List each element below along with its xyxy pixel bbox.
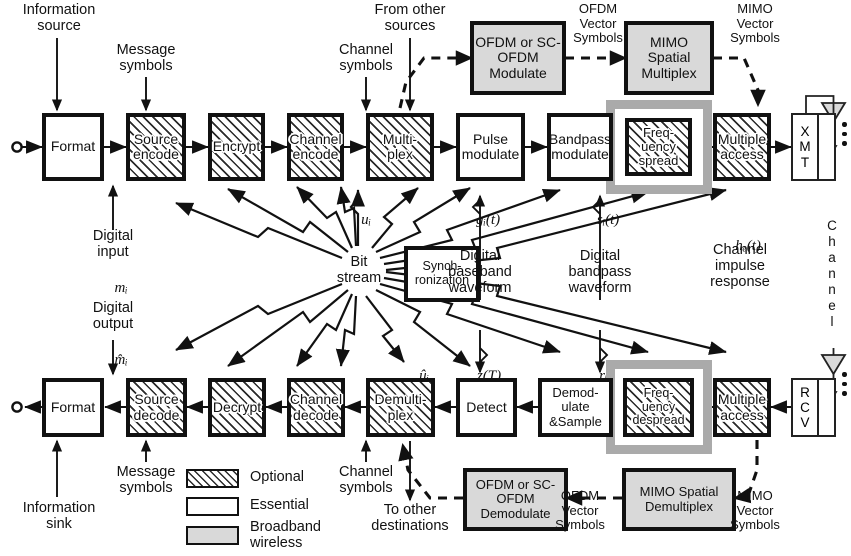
block-encrypt[interactable]: Encrypt [208, 113, 265, 181]
label-information-source: Information source [22, 2, 96, 35]
block-diagram-canvas: Information source Message symbols Chann… [0, 0, 851, 556]
block-pulse-modulate[interactable]: Pulse modulate [456, 113, 525, 181]
radio-letter: V [800, 415, 810, 431]
label-u-i: uᵢ [330, 196, 386, 245]
block-multiplex[interactable]: Multi- plex [366, 113, 434, 181]
block-demodulate-sample[interactable]: Demod- ulate &Sample [538, 378, 613, 437]
block-label: Demulti- plex [374, 391, 427, 423]
block-mimo-spatial-multiplex[interactable]: MIMO Spatial Multiplex [624, 21, 714, 95]
block-label: Freq- uency spread [638, 124, 679, 169]
block-label: Multi- plex [382, 130, 418, 162]
block-detect[interactable]: Detect [456, 378, 517, 437]
label-information-sink: Information sink [22, 500, 96, 533]
legend-swatch-essential [186, 497, 239, 516]
block-label: Bandpass modulate [548, 130, 612, 162]
block-label: Channel decode [289, 391, 343, 423]
block-label: Pulse modulate [461, 130, 520, 162]
math-g-i-t: gᵢ(t) [476, 212, 501, 229]
block-source-encode[interactable]: Source encode [126, 113, 186, 181]
radio-divider [817, 380, 819, 435]
radio-xmt[interactable]: X M T [791, 113, 836, 181]
block-format-tx[interactable]: Format [42, 113, 104, 181]
block-label: Source decode [133, 391, 180, 423]
label-to-other-destinations: To other destinations [371, 502, 449, 535]
radio-letter: T [800, 154, 810, 170]
block-frequency-spread[interactable]: Freq- uency spread [625, 118, 692, 176]
block-label: OFDM or SC-OFDM Demodulate [475, 477, 556, 521]
legend-label-optional: Optional [250, 469, 305, 485]
block-source-decode[interactable]: Source decode [126, 378, 187, 437]
block-label: OFDM or SC-OFDM Modulate [475, 33, 561, 81]
label-digital-input: Digital input [92, 228, 134, 261]
label-from-other-sources: From other sources [374, 2, 446, 35]
block-label: Format [50, 398, 96, 415]
radio-rcv[interactable]: R C V [791, 378, 836, 437]
label-digital-output: Digital output [92, 300, 134, 333]
block-label: Encrypt [212, 138, 261, 155]
block-label: MIMO Spatial Demultiplex [639, 484, 719, 514]
legend-swatch-optional [186, 469, 239, 488]
block-label: Format [50, 138, 96, 155]
block-frequency-despread[interactable]: Freq- uency despread [623, 378, 694, 437]
block-label: Demod- ulate &Sample [549, 385, 602, 429]
label-digital-bandpass-waveform: Digital bandpass waveform [568, 248, 632, 297]
math-m-hat-i: m̂ᵢ [114, 352, 128, 369]
legend-label-broadband: Broadband wireless [250, 519, 321, 552]
block-bandpass-modulate[interactable]: Bandpass modulate [547, 113, 613, 181]
block-label: Synch- ronization [414, 259, 470, 287]
block-label: Detect [466, 398, 507, 415]
block-label: Decrypt [212, 398, 262, 415]
label-channel-vertical: Ch an ne l [827, 218, 837, 329]
legend-swatch-broadband [186, 526, 239, 545]
block-label: Multiple access [717, 391, 767, 423]
block-label: Source encode [133, 130, 179, 162]
block-ofdm-modulate[interactable]: OFDM or SC-OFDM Modulate [470, 21, 566, 95]
radio-divider [817, 115, 819, 179]
block-label: MIMO Spatial Multiplex [641, 33, 697, 81]
radio-label-rcv: R C V [793, 380, 817, 435]
block-decrypt[interactable]: Decrypt [208, 378, 266, 437]
block-demultiplex[interactable]: Demulti- plex [366, 378, 435, 437]
hub-bit-stream: Bit stream [336, 254, 382, 287]
label-mimo-vector-symbols-tx: MIMO Vector Symbols [730, 1, 780, 46]
antenna-dots-rx [842, 372, 847, 396]
radio-letter: M [799, 139, 811, 155]
label-s-i-t: sᵢ(t) [565, 196, 635, 245]
math-s-i-t: sᵢ(t) [596, 212, 620, 229]
block-label: Freq- uency despread [632, 385, 685, 428]
block-multiple-access-rx[interactable]: Multiple access [713, 378, 771, 437]
radio-label-xmt: X M T [793, 115, 817, 179]
radio-letter: C [800, 399, 810, 415]
block-format-rx[interactable]: Format [42, 378, 104, 437]
radio-letter: R [800, 384, 810, 400]
block-label: Multiple access [717, 130, 767, 162]
label-channel-symbols-rx: Channel symbols [338, 464, 393, 497]
label-channel-symbols-tx: Channel symbols [338, 42, 393, 75]
block-multiple-access-tx[interactable]: Multiple access [713, 113, 771, 181]
math-m-i: mᵢ [114, 280, 128, 297]
antenna-dots-tx [842, 122, 847, 146]
label-channel-impulse-response: Channel impulse response [710, 242, 770, 291]
label-g-i-t: gᵢ(t) [445, 196, 515, 245]
label-message-symbols-tx: Message symbols [116, 42, 176, 75]
legend-label-essential: Essential [250, 497, 309, 513]
block-channel-encode[interactable]: Channel encode [287, 113, 344, 181]
block-label: Channel encode [289, 130, 342, 162]
radio-letter: X [800, 124, 810, 140]
block-channel-decode[interactable]: Channel decode [287, 378, 345, 437]
math-u-i: uᵢ [361, 212, 371, 229]
